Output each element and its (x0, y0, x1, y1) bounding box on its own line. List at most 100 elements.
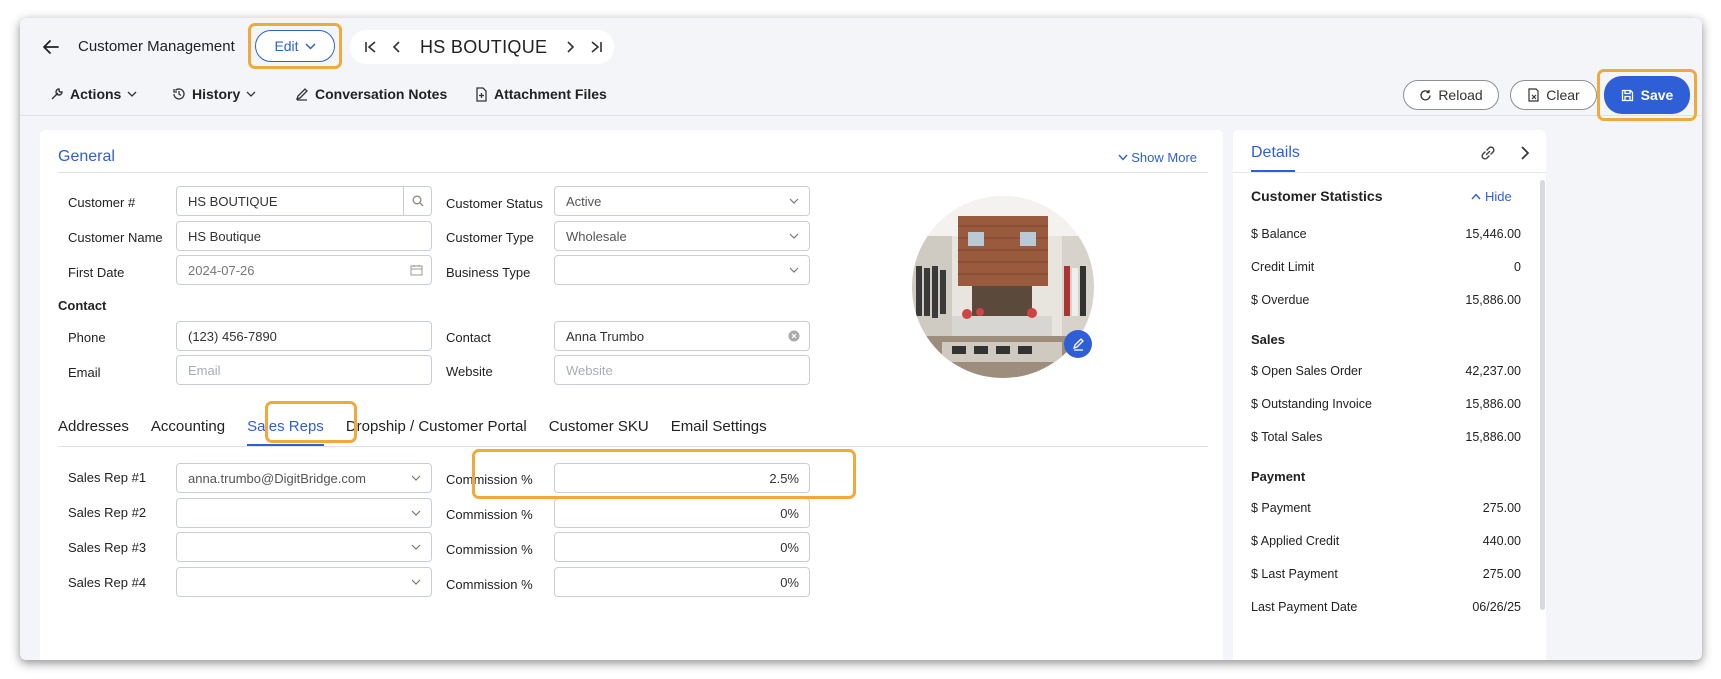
details-tab[interactable]: Details (1251, 144, 1300, 162)
first-record-icon[interactable] (358, 34, 384, 60)
sales-rep-3-select[interactable] (176, 532, 432, 562)
record-navigator: HS BOUTIQUE (350, 30, 614, 64)
show-more-label: Show More (1131, 150, 1197, 165)
edit-highlight: Edit (248, 23, 342, 69)
search-icon[interactable] (403, 187, 431, 215)
save-label: Save (1640, 87, 1674, 103)
stat-applied-credit: $ Applied Credit 440.00 (1251, 534, 1521, 548)
email-placeholder: Email (188, 362, 221, 378)
history-menu-button[interactable]: History (172, 86, 256, 102)
stat-label: $ Overdue (1251, 293, 1310, 307)
customer-number-label: Customer # (68, 195, 136, 210)
clear-circle-icon[interactable] (779, 322, 809, 350)
stat-label: $ Outstanding Invoice (1251, 397, 1372, 411)
email-input[interactable]: Email (176, 355, 432, 385)
business-type-label: Business Type (446, 265, 531, 280)
contact-input[interactable]: Anna Trumbo (554, 321, 810, 351)
stat-outstanding-invoice: $ Outstanding Invoice 15,886.00 (1251, 397, 1521, 411)
first-date-input[interactable]: 2024-07-26 (176, 255, 432, 285)
edit-photo-button[interactable] (1064, 330, 1092, 358)
contact-label: Contact (446, 330, 491, 345)
details-divider (1233, 172, 1546, 173)
sales-rep-1-select[interactable]: anna.trumbo@DigitBridge.com (176, 463, 432, 493)
stat-label: Credit Limit (1251, 260, 1315, 274)
page-title: Customer Management (78, 38, 235, 55)
history-icon (173, 88, 185, 100)
reload-icon (1420, 89, 1431, 100)
details-panel: Details Customer Statistics Hide $ Balan… (1233, 130, 1546, 660)
next-record-icon[interactable] (557, 34, 583, 60)
stat-value: 06/26/25 (1472, 600, 1521, 614)
chevron-down-icon (401, 499, 431, 527)
actions-menu-button[interactable]: Actions (50, 86, 137, 102)
stat-payment: $ Payment 275.00 (1251, 501, 1521, 515)
floppy-disk-icon (1621, 89, 1633, 101)
stat-last-payment: $ Last Payment 275.00 (1251, 567, 1521, 581)
tab-addresses[interactable]: Addresses (58, 410, 129, 446)
stat-label: $ Open Sales Order (1251, 364, 1363, 378)
commission-2-label: Commission % (446, 507, 533, 522)
customer-status-label: Customer Status (446, 196, 543, 211)
sales-rep-4-select[interactable] (176, 567, 432, 597)
save-button[interactable]: Save (1604, 76, 1690, 114)
detail-tabs: Addresses Accounting Sales Reps Dropship… (58, 410, 789, 446)
phone-input[interactable]: (123) 456-7890 (176, 321, 432, 351)
customer-type-value: Wholesale (566, 228, 627, 244)
main-panel: General Show More Customer # HS BOUTIQUE… (40, 130, 1223, 660)
sales-rep-2-select[interactable] (176, 498, 432, 528)
general-section-title: General (58, 148, 115, 165)
chevron-right-icon[interactable] (1517, 144, 1533, 162)
tab-dropship-customer-portal[interactable]: Dropship / Customer Portal (346, 410, 527, 446)
chevron-down-icon (401, 533, 431, 561)
edit-dropdown-button[interactable]: Edit (255, 30, 335, 62)
clear-button[interactable]: Clear (1510, 80, 1597, 110)
stat-value: 440.00 (1482, 534, 1521, 548)
show-more-link[interactable]: Show More (1118, 150, 1197, 165)
sales-rep-4-label: Sales Rep #4 (68, 575, 147, 590)
tab-customer-sku[interactable]: Customer SKU (549, 410, 649, 446)
commission-4-label: Commission % (446, 577, 533, 592)
tab-email-settings[interactable]: Email Settings (671, 410, 767, 446)
commission-2-input[interactable]: 0% (554, 498, 810, 528)
hide-statistics-link[interactable]: Hide (1471, 189, 1512, 204)
previous-record-icon[interactable] (384, 34, 410, 60)
stat-value: 15,886.00 (1465, 397, 1521, 411)
attachment-files-button[interactable]: Attachment Files (475, 86, 607, 102)
customer-name-input[interactable]: HS Boutique (176, 221, 432, 251)
stat-value: 15,886.00 (1465, 293, 1521, 307)
conversation-notes-label: Conversation Notes (315, 86, 448, 102)
actions-label: Actions (70, 86, 122, 102)
business-type-select[interactable] (554, 255, 810, 285)
sales-rep-1-value: anna.trumbo@DigitBridge.com (188, 470, 366, 486)
phone-value: (123) 456-7890 (188, 328, 277, 344)
contact-section-title: Contact (58, 298, 107, 313)
conversation-notes-button[interactable]: Conversation Notes (295, 86, 447, 102)
customer-type-select[interactable]: Wholesale (554, 221, 810, 251)
chevron-up-icon (1471, 193, 1481, 200)
customer-number-input[interactable]: HS BOUTIQUE (176, 186, 432, 216)
clear-label: Clear (1546, 87, 1580, 103)
commission-4-value: 0% (780, 574, 799, 590)
website-input[interactable]: Website (554, 355, 810, 385)
customer-number-value: HS BOUTIQUE (188, 193, 278, 209)
sales-rep-2-label: Sales Rep #2 (68, 505, 147, 520)
tab-accounting[interactable]: Accounting (151, 410, 225, 446)
reload-button[interactable]: Reload (1403, 80, 1499, 110)
tabs-divider (58, 446, 1208, 447)
calendar-icon[interactable] (401, 256, 431, 284)
chevron-down-icon (779, 256, 809, 284)
contact-value: Anna Trumbo (566, 328, 645, 344)
details-scrollbar[interactable] (1540, 180, 1545, 610)
last-record-icon[interactable] (583, 34, 609, 60)
link-icon[interactable] (1479, 144, 1497, 162)
commission-3-label: Commission % (446, 542, 533, 557)
customer-status-select[interactable]: Active (554, 186, 810, 216)
customer-status-value: Active (566, 193, 602, 209)
commission-4-input[interactable]: 0% (554, 567, 810, 597)
sales-reps-tab-highlight (265, 401, 357, 443)
back-arrow-icon[interactable] (40, 36, 62, 58)
stat-label: $ Last Payment (1251, 567, 1338, 581)
commission-3-input[interactable]: 0% (554, 532, 810, 562)
edit-label: Edit (274, 38, 299, 54)
chevron-down-icon (779, 187, 809, 215)
